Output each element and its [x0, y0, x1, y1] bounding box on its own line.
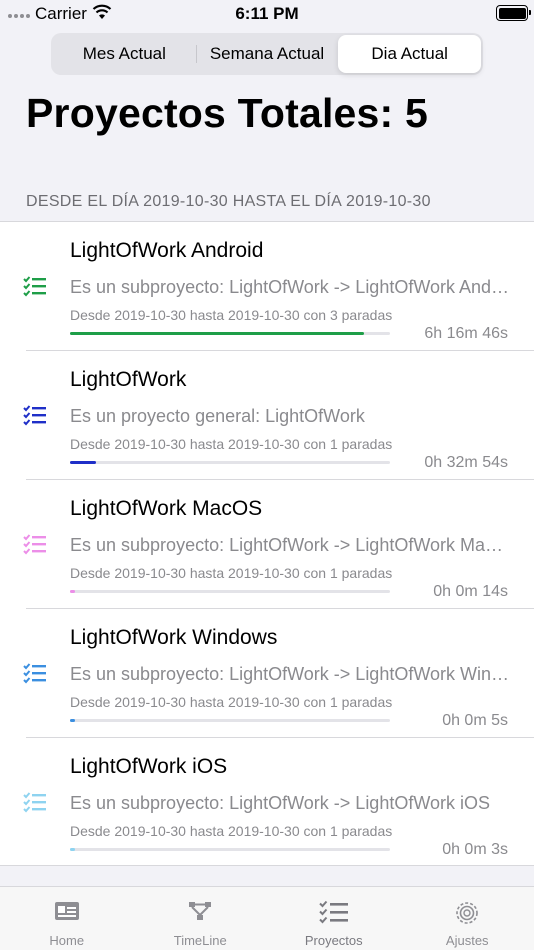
progress-fill	[70, 719, 75, 722]
project-date-range: Desde 2019-10-30 hasta 2019-10-30 con 1 …	[70, 823, 393, 839]
project-duration: 0h 32m 54s	[424, 454, 508, 471]
status-time: 6:11 PM	[235, 4, 299, 23]
tab-label: Proyectos	[304, 933, 363, 948]
project-list: LightOfWork Android Es un subproyecto: L…	[0, 221, 534, 866]
checklist-icon	[23, 405, 47, 427]
checklist-icon	[319, 900, 349, 929]
tab-label: Home	[49, 933, 85, 948]
progress-fill	[70, 590, 75, 593]
period-segmented-control[interactable]: Mes Actual Semana Actual Dia Actual	[51, 33, 483, 75]
tab-label: Ajustes	[445, 933, 489, 948]
gear-icon	[454, 900, 480, 931]
progress-track	[70, 332, 390, 335]
project-row[interactable]: LightOfWork Windows Es un subproyecto: L…	[0, 609, 534, 738]
tab-proyectos[interactable]: Proyectos	[267, 887, 401, 950]
project-date-range: Desde 2019-10-30 hasta 2019-10-30 con 1 …	[70, 694, 393, 710]
project-date-range: Desde 2019-10-30 hasta 2019-10-30 con 1 …	[70, 565, 393, 581]
project-subtitle: Es un subproyecto: LightOfWork -> LightO…	[70, 664, 510, 684]
project-duration: 0h 0m 3s	[442, 841, 508, 858]
segment-mes-actual[interactable]: Mes Actual	[53, 35, 196, 73]
tab-label: TimeLine	[173, 933, 227, 948]
progress-fill	[70, 332, 365, 335]
progress-track	[70, 848, 390, 851]
progress-fill	[70, 848, 75, 851]
project-name: LightOfWork Android	[70, 239, 264, 262]
project-subtitle: Es un proyecto general: LightOfWork	[70, 406, 365, 426]
checklist-icon	[23, 792, 47, 814]
project-row[interactable]: LightOfWork Es un proyecto general: Ligh…	[0, 351, 534, 480]
timeline-icon	[187, 900, 213, 927]
project-date-range: Desde 2019-10-30 hasta 2019-10-30 con 3 …	[70, 307, 393, 323]
project-name: LightOfWork iOS	[70, 755, 228, 778]
tab-bar: Home TimeLine Proyectos Ajustes	[0, 886, 534, 950]
tab-home[interactable]: Home	[0, 887, 134, 950]
battery-icon	[496, 5, 531, 21]
project-duration: 0h 0m 14s	[433, 583, 508, 600]
section-header: DESDE EL DÍA 2019-10-30 HASTA EL DÍA 201…	[26, 193, 431, 210]
segment-semana-actual[interactable]: Semana Actual	[195, 35, 339, 73]
checklist-icon	[23, 534, 47, 556]
segment-label: Mes Actual	[82, 44, 166, 63]
segment-label: Dia Actual	[371, 44, 448, 63]
tab-ajustes[interactable]: Ajustes	[401, 887, 534, 950]
segment-label: Semana Actual	[209, 44, 325, 63]
segment-dia-actual[interactable]: Dia Actual	[338, 35, 482, 73]
progress-track	[70, 590, 390, 593]
id-card-icon	[54, 900, 80, 927]
project-row[interactable]: LightOfWork iOS Es un subproyecto: Light…	[0, 738, 534, 867]
project-row[interactable]: LightOfWork MacOS Es un subproyecto: Lig…	[0, 480, 534, 609]
checklist-icon	[23, 663, 47, 685]
progress-track	[70, 461, 390, 464]
status-bar: Carrier 6:11 PM	[0, 0, 534, 28]
project-subtitle: Es un subproyecto: LightOfWork -> LightO…	[70, 277, 510, 297]
project-row[interactable]: LightOfWork Android Es un subproyecto: L…	[0, 222, 534, 351]
project-name: LightOfWork Windows	[70, 626, 278, 649]
progress-fill	[70, 461, 96, 464]
checklist-icon	[23, 276, 47, 298]
project-date-range: Desde 2019-10-30 hasta 2019-10-30 con 1 …	[70, 436, 393, 452]
progress-track	[70, 719, 390, 722]
tab-timeline[interactable]: TimeLine	[134, 887, 268, 950]
project-name: LightOfWork	[70, 368, 187, 391]
page-title: Proyectos Totales: 5	[26, 90, 428, 136]
project-duration: 0h 0m 5s	[442, 712, 508, 729]
project-subtitle: Es un subproyecto: LightOfWork -> LightO…	[70, 535, 510, 555]
project-duration: 6h 16m 46s	[424, 325, 508, 342]
project-subtitle: Es un subproyecto: LightOfWork -> LightO…	[70, 793, 491, 813]
project-name: LightOfWork MacOS	[70, 497, 263, 520]
